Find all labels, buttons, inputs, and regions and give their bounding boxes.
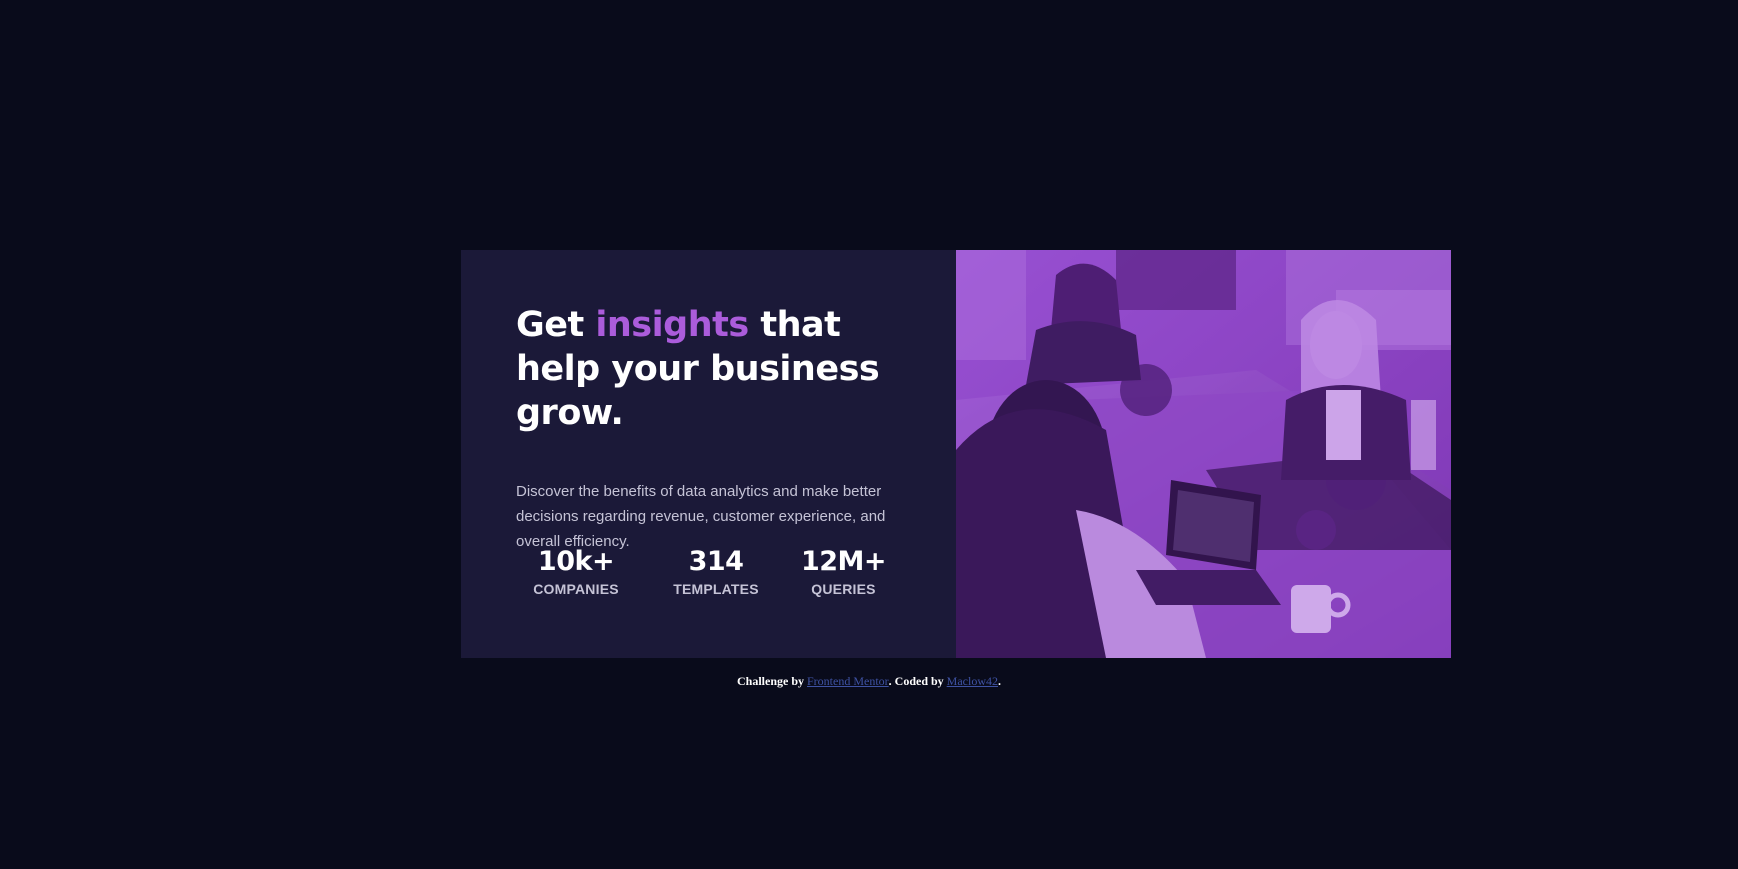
footer-challenge-prefix: Challenge by [736, 674, 807, 688]
stats-row: 10k+ COMPANIES 314 TEMPLATES 12M+ QUERIE… [516, 546, 896, 598]
stat-companies: 10k+ COMPANIES [516, 546, 636, 598]
stat-value: 10k+ [537, 546, 615, 577]
headline-prefix: Get [516, 305, 596, 345]
frontend-mentor-link[interactable]: Frontend Mentor [807, 674, 889, 688]
card-content: Get insights that help your business gro… [461, 250, 956, 658]
author-link[interactable]: Maclow42 [947, 674, 998, 688]
headline: Get insights that help your business gro… [516, 303, 901, 435]
attribution-footer: Challenge by Frontend Mentor. Coded by M… [0, 674, 1738, 689]
description: Discover the benefits of data analytics … [516, 483, 886, 550]
stat-queries: 12M+ QUERIES [791, 546, 896, 598]
hero-image [956, 250, 1451, 658]
stats-preview-card: Get insights that help your business gro… [461, 250, 1451, 658]
stat-label: COMPANIES [533, 581, 619, 597]
footer-coded-prefix: . Coded by [888, 674, 947, 688]
stat-label: QUERIES [811, 581, 876, 597]
stat-label: TEMPLATES [673, 581, 759, 597]
stat-value: 12M+ [800, 546, 887, 577]
headline-accent: insights [595, 305, 749, 345]
footer-suffix: . [998, 674, 1001, 688]
team-meeting-photo-icon [956, 250, 1451, 658]
stat-value: 314 [688, 546, 744, 577]
stat-templates: 314 TEMPLATES [656, 546, 776, 598]
